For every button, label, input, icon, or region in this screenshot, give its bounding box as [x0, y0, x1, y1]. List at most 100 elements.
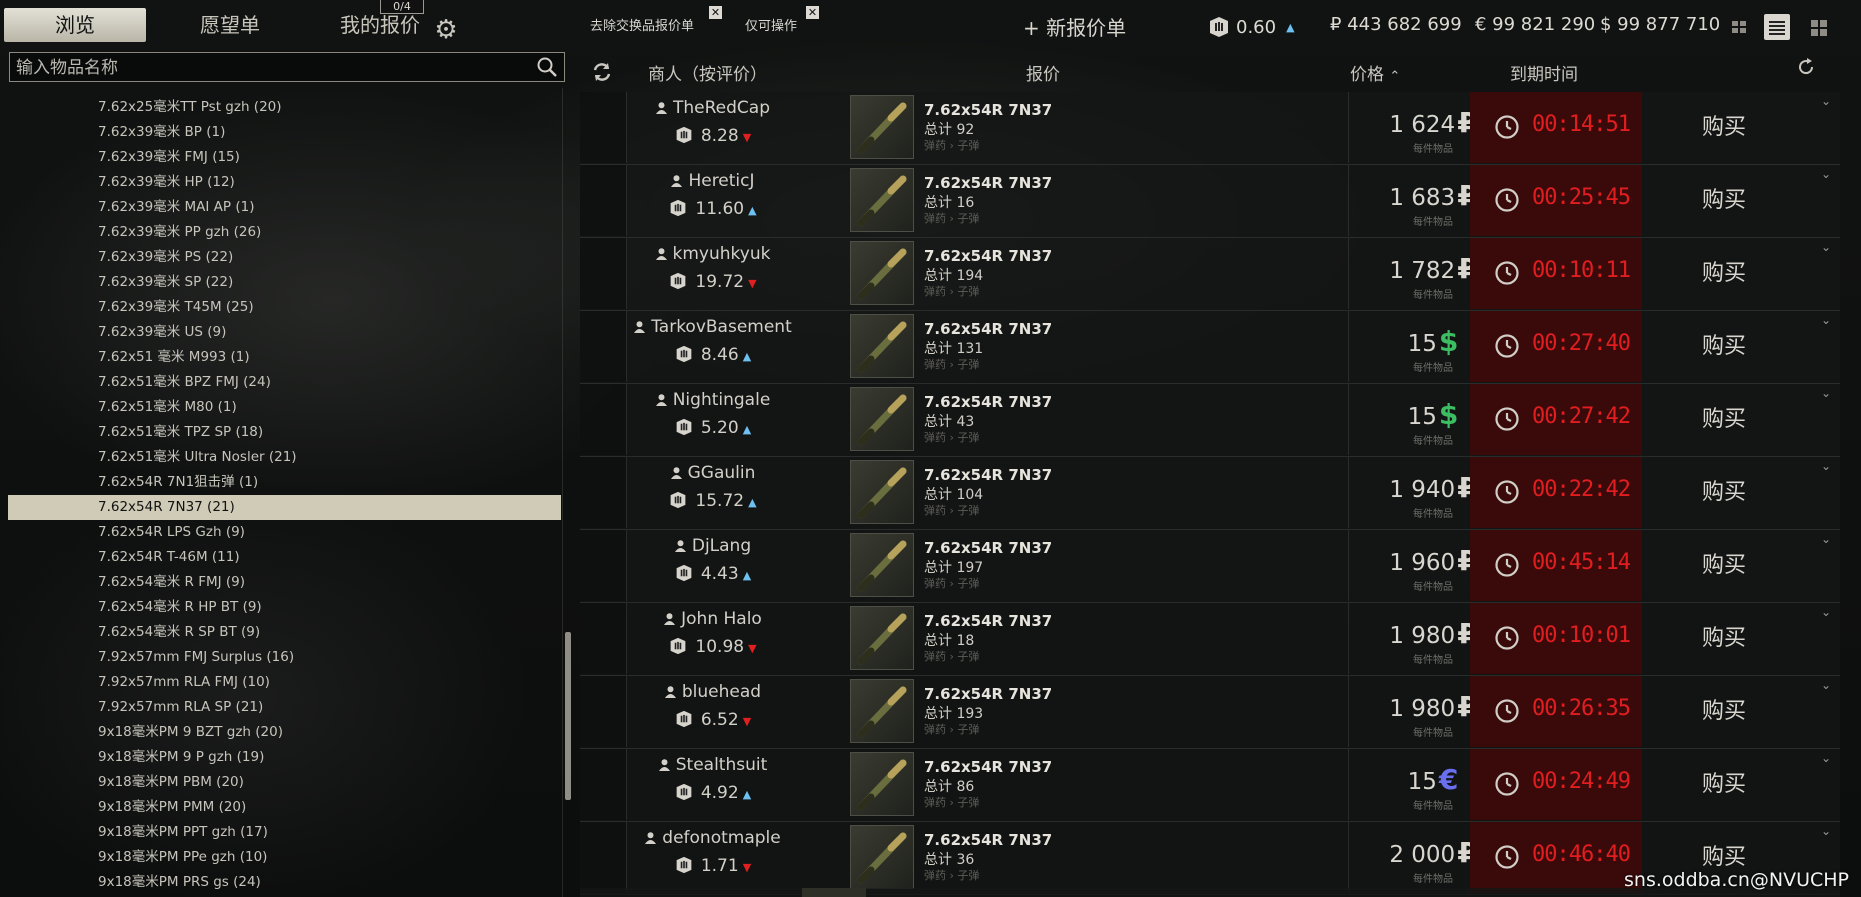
buy-button[interactable]: 购买 [1644, 603, 1804, 674]
remove-barter-close-icon[interactable]: ✕ [709, 6, 722, 19]
search-input[interactable] [14, 55, 538, 81]
seller-name[interactable]: John Halo [628, 609, 798, 629]
buy-button[interactable]: 购买 [1644, 238, 1804, 309]
category-item[interactable]: 7.62x39毫米 SP (22) [8, 270, 561, 295]
gear-icon[interactable]: ⚙ [432, 16, 460, 44]
chevron-down-icon[interactable]: ⌄ [1816, 532, 1836, 548]
bullet-icon[interactable] [850, 168, 914, 232]
category-item[interactable]: 7.62x39毫米 T45M (25) [8, 295, 561, 320]
buy-button[interactable]: 购买 [1644, 92, 1804, 163]
category-item[interactable]: 9x18毫米PM 9 BZT gzh (20) [8, 720, 561, 745]
seller-name[interactable]: HereticJ [628, 171, 798, 191]
tab-wishlist[interactable]: 愿望单 [160, 8, 300, 42]
buy-button[interactable]: 购买 [1644, 530, 1804, 601]
item-name: 7.62x54R 7N37 [924, 758, 1053, 776]
seller-name[interactable]: Stealthsuit [628, 755, 798, 775]
large-grid-view-icon[interactable] [1806, 14, 1832, 40]
bullet-icon[interactable] [850, 533, 914, 597]
category-item[interactable]: 7.62x39毫米 US (9) [8, 320, 561, 345]
category-item[interactable]: 7.62x51毫米 M80 (1) [8, 395, 561, 420]
category-item[interactable]: 7.62x54毫米 R SP BT (9) [8, 620, 561, 645]
seller-name[interactable]: Nightingale [628, 390, 798, 410]
rating-trend-up-icon: ▲ [1286, 20, 1295, 34]
chevron-down-icon[interactable]: ⌄ [1816, 240, 1836, 256]
category-item[interactable]: 9x18毫米PM 9 P gzh (19) [8, 745, 561, 770]
expiry-cell: 00:24:49 [1470, 749, 1642, 820]
bullet-icon[interactable] [850, 314, 914, 378]
category-item[interactable]: 9x18毫米PM PRS gs (24) [8, 870, 561, 895]
chevron-down-icon[interactable]: ⌄ [1816, 94, 1836, 110]
buy-button[interactable]: 购买 [1644, 165, 1804, 236]
bullet-icon[interactable] [850, 387, 914, 451]
buy-button[interactable]: 购买 [1644, 384, 1804, 455]
seller-name[interactable]: GGaulin [628, 463, 798, 483]
chevron-down-icon[interactable]: ⌄ [1816, 167, 1836, 183]
new-offer-button[interactable]: + 新报价单 [1023, 12, 1126, 41]
grid-view-icon[interactable] [1726, 14, 1752, 40]
category-item[interactable]: 7.62x39毫米 BP (1) [8, 120, 561, 145]
category-item[interactable]: 9x18毫米PM PPe gzh (10) [8, 845, 561, 870]
chevron-down-icon[interactable]: ⌄ [1816, 386, 1836, 402]
category-item[interactable]: 7.62x54R T-46M (11) [8, 545, 561, 570]
category-item[interactable]: 7.92x57mm FMJ Surplus (16) [8, 645, 561, 670]
price-column-header[interactable]: 价格 ⌃ [1350, 60, 1400, 85]
category-item[interactable]: 7.62x39毫米 HP (12) [8, 170, 561, 195]
category-item[interactable]: 7.92x57mm RLA FMJ (10) [8, 670, 561, 695]
seller-name[interactable]: TheRedCap [628, 98, 798, 118]
bullet-icon[interactable] [850, 679, 914, 743]
category-item[interactable]: 7.62x39毫米 FMJ (15) [8, 145, 561, 170]
offer-column-header[interactable]: 报价 [1026, 60, 1060, 85]
refresh-icon[interactable] [1795, 56, 1817, 78]
category-item[interactable]: 7.62x54R LPS Gzh (9) [8, 520, 561, 545]
category-item[interactable]: 9x18毫米PM PPT gzh (17) [8, 820, 561, 845]
category-item[interactable]: 7.62x51毫米 BPZ FMJ (24) [8, 370, 561, 395]
chevron-down-icon[interactable]: ⌄ [1816, 313, 1836, 329]
category-item[interactable]: 7.62x39毫米 PS (22) [8, 245, 561, 270]
bullet-icon[interactable] [850, 241, 914, 305]
operable-only-close-icon[interactable]: ✕ [806, 6, 819, 19]
seller-name[interactable]: TarkovBasement [628, 317, 798, 337]
category-item[interactable]: 9x18毫米PM PMM (20) [8, 795, 561, 820]
category-item[interactable]: 7.62x54R 7N1狙击弹 (1) [8, 470, 561, 495]
buy-button[interactable]: 购买 [1644, 676, 1804, 747]
category-scrollbar[interactable] [565, 632, 571, 800]
price-value: 15 [1407, 769, 1437, 795]
category-item[interactable]: 7.62x39毫米 MAI AP (1) [8, 195, 561, 220]
category-item[interactable]: 7.62x51毫米 TPZ SP (18) [8, 420, 561, 445]
category-item[interactable]: 7.62x39毫米 PP gzh (26) [8, 220, 561, 245]
buy-button[interactable]: 购买 [1644, 457, 1804, 528]
seller-name[interactable]: DjLang [628, 536, 798, 556]
category-item[interactable]: 9x18毫米PM PBM (20) [8, 770, 561, 795]
chevron-down-icon[interactable]: ⌄ [1816, 751, 1836, 767]
category-item[interactable]: 7.62x25毫米TT Pst gzh (20) [8, 95, 561, 120]
list-view-icon[interactable] [1764, 14, 1790, 40]
swap-icon[interactable] [590, 60, 614, 84]
buy-button[interactable]: 购买 [1644, 311, 1804, 382]
expiry-column-header[interactable]: 到期时间 [1510, 60, 1578, 85]
category-item[interactable]: 7.92x57mm RLA SP (21) [8, 695, 561, 720]
clock-icon [1495, 626, 1519, 650]
chevron-down-icon[interactable]: ⌄ [1816, 824, 1836, 840]
bullet-icon[interactable] [850, 460, 914, 524]
seller-name[interactable]: kmyuhkyuk [628, 244, 798, 264]
tab-browse[interactable]: 浏览 [4, 8, 146, 42]
bullet-icon[interactable] [850, 752, 914, 816]
chevron-down-icon[interactable]: ⌄ [1816, 678, 1836, 694]
bullet-icon[interactable] [850, 95, 914, 159]
filter-operable-only[interactable]: 仅可操作 [745, 14, 797, 40]
category-item[interactable]: 7.62x54毫米 R FMJ (9) [8, 570, 561, 595]
category-item[interactable]: 7.62x54R 7N37 (21) [8, 495, 561, 520]
bullet-icon[interactable] [850, 606, 914, 670]
bullet-icon[interactable] [850, 825, 914, 889]
category-item[interactable]: 7.62x54毫米 R HP BT (9) [8, 595, 561, 620]
buy-button[interactable]: 购买 [1644, 749, 1804, 820]
seller-name[interactable]: defonotmaple [628, 828, 798, 848]
chevron-down-icon[interactable]: ⌄ [1816, 459, 1836, 475]
search-icon[interactable] [536, 56, 558, 78]
merchant-column-header[interactable]: 商人（按评价） [648, 60, 767, 85]
category-item[interactable]: 7.62x51 毫米 M993 (1) [8, 345, 561, 370]
filter-remove-barter[interactable]: 去除交换品报价单 [590, 14, 694, 40]
category-item[interactable]: 7.62x51毫米 Ultra Nosler (21) [8, 445, 561, 470]
chevron-down-icon[interactable]: ⌄ [1816, 605, 1836, 621]
seller-name[interactable]: bluehead [628, 682, 798, 702]
